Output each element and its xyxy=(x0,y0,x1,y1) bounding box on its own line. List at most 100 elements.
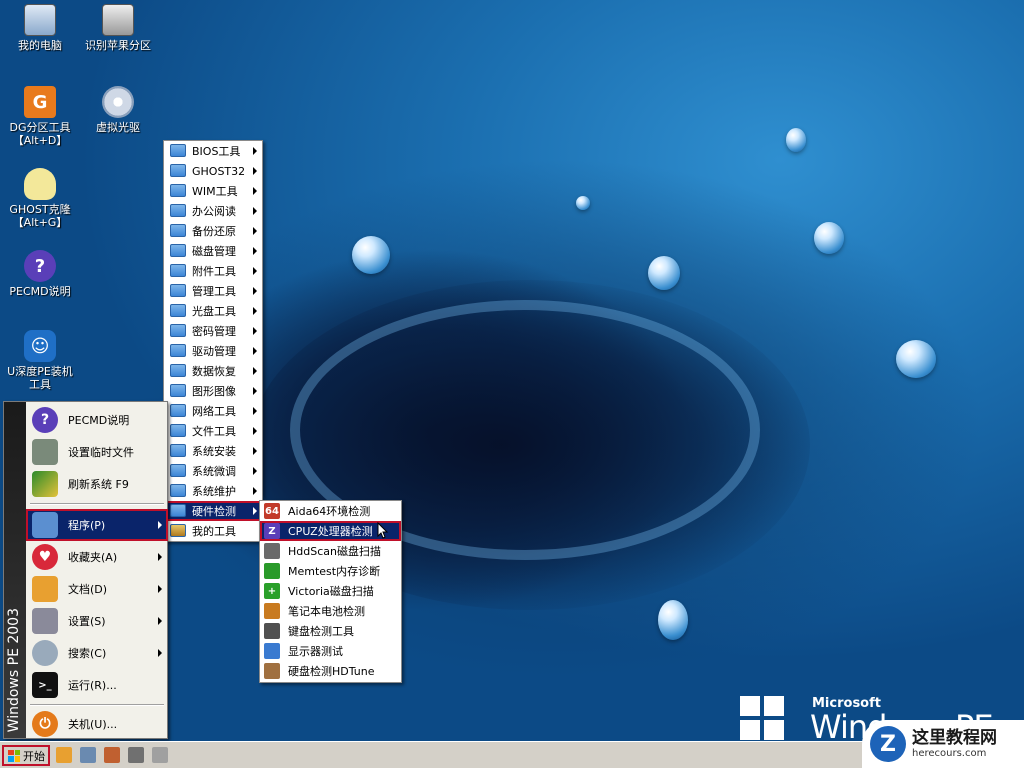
folder-icon xyxy=(170,164,186,177)
desktop-icon-label: 识别苹果分区 xyxy=(85,39,151,52)
victoria-icon: + xyxy=(264,583,280,599)
eraser-icon[interactable] xyxy=(152,747,168,763)
programs-item[interactable]: 磁盘管理 xyxy=(164,241,262,261)
hardware-item[interactable]: 硬盘检测HDTune xyxy=(260,661,401,681)
desktop-icon-installer[interactable]: ☺ U深度PE装机 工具 xyxy=(0,330,80,391)
programs-item-label: 文件工具 xyxy=(192,425,236,438)
programs-item[interactable]: 系统维护 xyxy=(164,481,262,501)
computer-icon xyxy=(24,4,56,36)
hardware-item[interactable]: 笔记本电池检测 xyxy=(260,601,401,621)
settings-icon xyxy=(32,608,58,634)
battery-icon xyxy=(264,603,280,619)
heart-icon: ♥ xyxy=(32,544,58,570)
chevron-right-icon xyxy=(253,327,257,335)
programs-item[interactable]: 图形图像 xyxy=(164,381,262,401)
chevron-right-icon xyxy=(253,427,257,435)
hardware-item-label: 硬盘检测HDTune xyxy=(288,665,375,678)
installer-icon: ☺ xyxy=(24,330,56,362)
hardware-item[interactable]: Memtest内存诊断 xyxy=(260,561,401,581)
hardware-item[interactable]: HddScan磁盘扫描 xyxy=(260,541,401,561)
screenshot-icon[interactable] xyxy=(80,747,96,763)
programs-item[interactable]: 我的工具 xyxy=(164,521,262,541)
start-item-documents[interactable]: 文档(D) xyxy=(26,573,168,605)
start-button[interactable]: 开始 xyxy=(2,745,50,766)
folder-icon xyxy=(170,284,186,297)
desktop-icon-pecmd-help[interactable]: ? PECMD说明 xyxy=(0,250,80,298)
programs-item[interactable]: 管理工具 xyxy=(164,281,262,301)
start-item-pecmd-help[interactable]: ? PECMD说明 xyxy=(26,404,168,436)
chevron-right-icon xyxy=(253,507,257,515)
programs-item[interactable]: 系统安装 xyxy=(164,441,262,461)
desktop-icon-label: PECMD说明 xyxy=(9,285,71,298)
diskgenius-icon: G xyxy=(24,86,56,118)
programs-menu: BIOS工具 GHOST32 WIM工具办公阅读 备份还原 磁盘管理附件工具管理工具光盘… xyxy=(163,140,263,542)
start-item-favorites[interactable]: ♥ 收藏夹(A) xyxy=(26,541,168,573)
programs-item-label: 附件工具 xyxy=(192,265,236,278)
explorer-icon[interactable] xyxy=(56,747,72,763)
programs-item[interactable]: 附件工具 xyxy=(164,261,262,281)
programs-item[interactable]: 硬件检测 xyxy=(164,501,262,521)
programs-item[interactable]: 数据恢复 xyxy=(164,361,262,381)
hardware-item-label: CPUZ处理器检测 xyxy=(288,525,373,538)
desktop-icon-my-computer[interactable]: 我的电脑 xyxy=(0,4,80,52)
chevron-right-icon xyxy=(158,649,162,657)
desktop-icon-ghost[interactable]: GHOST克隆 【Alt+G】 xyxy=(0,168,80,229)
hardware-item[interactable]: 显示器测试 xyxy=(260,641,401,661)
start-menu-band: Windows PE 2003 xyxy=(4,402,26,738)
desktop-icon-virtual-cdrom[interactable]: 虚拟光驱 xyxy=(78,86,158,134)
start-item-label: 设置临时文件 xyxy=(68,446,134,459)
start-item-programs[interactable]: 程序(P) xyxy=(26,509,168,541)
desktop-icon-apple-partition[interactable]: 识别苹果分区 xyxy=(78,4,158,52)
folder-icon xyxy=(170,404,186,417)
programs-item-label: 管理工具 xyxy=(192,285,236,298)
windows-flag-icon xyxy=(8,749,20,762)
folder-icon xyxy=(170,504,186,517)
hardware-item[interactable]: 64 Aida64环境检测 xyxy=(260,501,401,521)
watermark-title: 这里教程网 xyxy=(912,728,997,748)
start-item-temp-files[interactable]: 设置临时文件 xyxy=(26,436,168,468)
programs-item-label: WIM工具 xyxy=(192,185,238,198)
watermark-url: herecours.com xyxy=(912,748,987,759)
programs-item[interactable]: 光盘工具 xyxy=(164,301,262,321)
programs-item[interactable]: 驱动管理 xyxy=(164,341,262,361)
chevron-right-icon xyxy=(253,247,257,255)
programs-item-label: 系统微调 xyxy=(192,465,236,478)
programs-item[interactable]: 办公阅读 xyxy=(164,201,262,221)
start-item-refresh[interactable]: 刷新系统 F9 xyxy=(26,468,168,500)
programs-item-label: 光盘工具 xyxy=(192,305,236,318)
printer-icon[interactable] xyxy=(128,747,144,763)
desktop-icon-diskgenius[interactable]: G DG分区工具 【Alt+D】 xyxy=(0,86,80,147)
desktop-icon-label: 我的电脑 xyxy=(18,39,62,52)
chevron-right-icon xyxy=(253,287,257,295)
chevron-right-icon xyxy=(158,585,162,593)
start-item-label: 运行(R)... xyxy=(68,679,117,692)
start-item-search[interactable]: 搜索(C) xyxy=(26,637,168,669)
programs-item[interactable]: 备份还原 xyxy=(164,221,262,241)
memtest-icon xyxy=(264,563,280,579)
programs-item[interactable]: WIM工具 xyxy=(164,181,262,201)
programs-item[interactable]: GHOST32 xyxy=(164,161,262,181)
programs-item[interactable]: 密码管理 xyxy=(164,321,262,341)
start-item-shutdown[interactable]: ⏻ 关机(U)... xyxy=(26,708,168,740)
watermark-badge: Z xyxy=(870,726,906,762)
programs-item-label: 数据恢复 xyxy=(192,365,236,378)
chevron-right-icon xyxy=(253,367,257,375)
hardware-item[interactable]: + Victoria磁盘扫描 xyxy=(260,581,401,601)
tools-icon[interactable] xyxy=(104,747,120,763)
chevron-right-icon xyxy=(253,187,257,195)
chevron-right-icon xyxy=(253,387,257,395)
hardware-item-label: 笔记本电池检测 xyxy=(288,605,365,618)
hardware-item[interactable]: 键盘检测工具 xyxy=(260,621,401,641)
programs-item[interactable]: 系统微调 xyxy=(164,461,262,481)
programs-item-label: 密码管理 xyxy=(192,325,236,338)
chevron-right-icon xyxy=(253,347,257,355)
folder-icon xyxy=(170,244,186,257)
folder-icon xyxy=(170,184,186,197)
programs-item[interactable]: BIOS工具 xyxy=(164,141,262,161)
refresh-icon xyxy=(32,471,58,497)
start-item-settings[interactable]: 设置(S) xyxy=(26,605,168,637)
water-drop xyxy=(352,236,390,274)
programs-item[interactable]: 网络工具 xyxy=(164,401,262,421)
start-item-run[interactable]: >_ 运行(R)... xyxy=(26,669,168,701)
programs-item[interactable]: 文件工具 xyxy=(164,421,262,441)
